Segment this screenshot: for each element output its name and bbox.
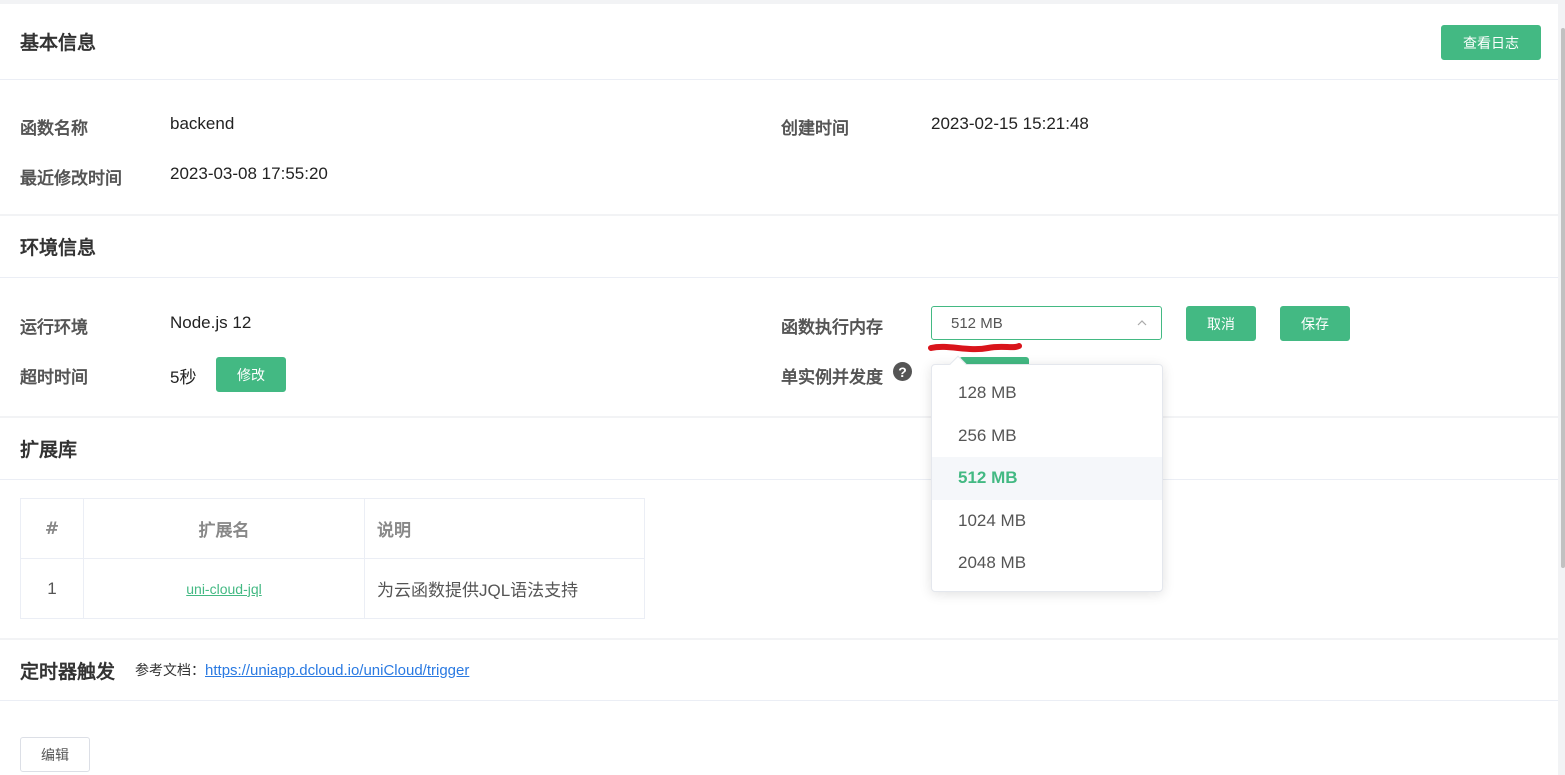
created-time-label: 创建时间 [781, 119, 849, 139]
chevron-up-icon [1137, 320, 1147, 326]
timer-header: 定时器触发 参考文档： https://uniapp.dcloud.io/uni… [0, 640, 1558, 701]
env-info-header: 环境信息 [0, 216, 1558, 278]
extensions-table: # 扩展名 说明 1 uni-cloud-jql 为云函数提供JQL语法支持 [20, 498, 645, 619]
runtime-value: Node.js 12 [170, 313, 252, 332]
timer-card: 定时器触发 参考文档： https://uniapp.dcloud.io/uni… [0, 640, 1558, 775]
memory-select[interactable]: 512 MB [931, 306, 1162, 340]
scrollbar[interactable] [1561, 28, 1565, 568]
ref-doc-label: 参考文档： [135, 663, 206, 679]
func-name-value: backend [170, 114, 235, 133]
column-header-description: 说明 [364, 498, 645, 559]
memory-option-256[interactable]: 256 MB [932, 415, 1162, 458]
timer-title: 定时器触发 [20, 660, 116, 683]
memory-label: 函数执行内存 [781, 318, 883, 338]
basic-info-card: 基本信息 查看日志 函数名称 backend 创建时间 2023-02-15 1… [0, 4, 1558, 214]
modify-timeout-button[interactable]: 修改 [216, 357, 286, 392]
env-info-card: 环境信息 运行环境 Node.js 12 函数执行内存 512 MB 取消 保存… [0, 216, 1558, 416]
table-header-row: # 扩展名 说明 [20, 498, 645, 559]
memory-select-value: 512 MB [951, 314, 1003, 332]
memory-dropdown: 128 MB 256 MB 512 MB 1024 MB 2048 MB [931, 355, 1163, 592]
cancel-button[interactable]: 取消 [1186, 306, 1256, 341]
runtime-label: 运行环境 [20, 318, 88, 338]
view-log-button[interactable]: 查看日志 [1441, 25, 1541, 60]
concurrency-label: 单实例并发度 [781, 368, 883, 388]
extensions-title: 扩展库 [20, 439, 78, 461]
question-icon[interactable]: ? [893, 362, 912, 381]
memory-option-2048[interactable]: 2048 MB [932, 542, 1162, 585]
extension-link[interactable]: uni-cloud-jql [186, 581, 261, 597]
extensions-card: 扩展库 # 扩展名 说明 1 uni-cloud-jql 为云函数提供JQL语法… [0, 418, 1558, 638]
basic-info-title: 基本信息 [20, 32, 97, 54]
func-name-label: 函数名称 [20, 119, 88, 139]
timeout-value: 5秒 [170, 368, 197, 387]
modified-time-value: 2023-03-08 17:55:20 [170, 164, 328, 183]
edit-button[interactable]: 编辑 [20, 737, 90, 772]
timeout-label: 超时时间 [20, 368, 88, 388]
env-info-title: 环境信息 [20, 237, 97, 259]
memory-option-1024[interactable]: 1024 MB [932, 500, 1162, 543]
table-row: 1 uni-cloud-jql 为云函数提供JQL语法支持 [20, 558, 645, 619]
memory-option-128[interactable]: 128 MB [932, 372, 1162, 415]
row-name-cell: uni-cloud-jql [83, 558, 365, 619]
basic-info-header: 基本信息 查看日志 [0, 4, 1558, 80]
created-time-value: 2023-02-15 15:21:48 [931, 114, 1089, 133]
save-button[interactable]: 保存 [1280, 306, 1350, 341]
row-description: 为云函数提供JQL语法支持 [364, 558, 645, 619]
column-header-name: 扩展名 [83, 498, 365, 559]
red-underline-annotation [928, 343, 1022, 353]
ref-doc-link[interactable]: https://uniapp.dcloud.io/uniCloud/trigge… [205, 662, 469, 679]
column-header-index: # [20, 498, 84, 559]
row-index: 1 [20, 558, 84, 619]
extensions-header: 扩展库 [0, 418, 1558, 480]
memory-option-512[interactable]: 512 MB [932, 457, 1162, 500]
modified-time-label: 最近修改时间 [20, 169, 122, 189]
